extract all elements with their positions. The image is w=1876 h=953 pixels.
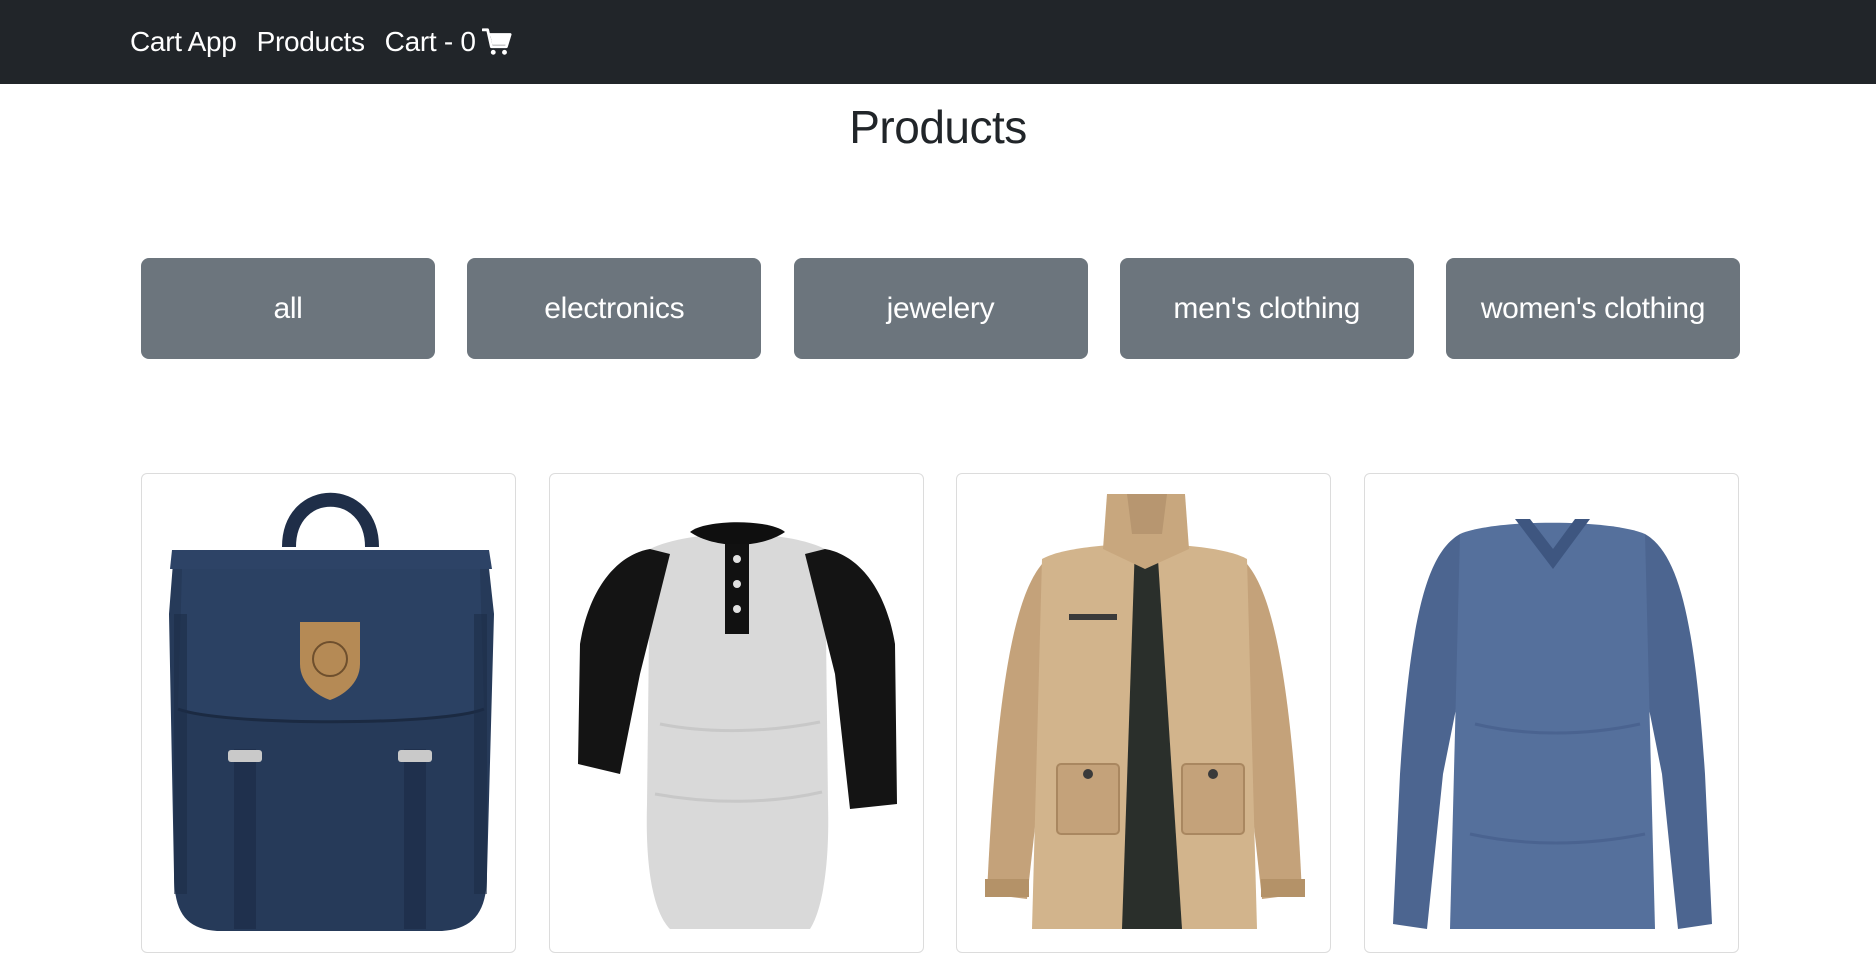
filter-electronics-button[interactable]: electronics bbox=[467, 258, 762, 359]
khaki-jacket-image bbox=[985, 494, 1306, 929]
page-title: Products bbox=[849, 101, 1027, 153]
blue-long-sleeve-tee-image bbox=[1392, 519, 1712, 929]
filter-mens-clothing-button[interactable]: men's clothing bbox=[1119, 258, 1414, 359]
products-link[interactable]: Products bbox=[257, 26, 365, 58]
navy-backpack-image bbox=[169, 492, 494, 931]
filter-womens-clothing-button[interactable]: women's clothing bbox=[1446, 258, 1740, 359]
product-grid bbox=[141, 473, 1739, 953]
product-card[interactable] bbox=[1363, 473, 1739, 953]
raglan-henley-shirt-image bbox=[577, 522, 897, 929]
navbar: Cart App Products Cart - 0 bbox=[0, 0, 1876, 84]
brand-link[interactable]: Cart App bbox=[130, 26, 237, 58]
filter-jewelery-button[interactable]: jewelery bbox=[793, 258, 1088, 359]
shopping-cart-icon bbox=[481, 27, 512, 57]
navbar-inner: Cart App Products Cart - 0 bbox=[130, 26, 512, 58]
product-card[interactable] bbox=[956, 473, 1332, 953]
filter-all-button[interactable]: all bbox=[141, 258, 435, 359]
product-card[interactable] bbox=[141, 473, 516, 953]
cart-link[interactable]: Cart - 0 bbox=[385, 26, 512, 58]
product-card[interactable] bbox=[548, 473, 924, 953]
category-filters: all electronics jewelery men's clothing … bbox=[141, 258, 1740, 359]
cart-link-label: Cart - 0 bbox=[384, 26, 476, 57]
